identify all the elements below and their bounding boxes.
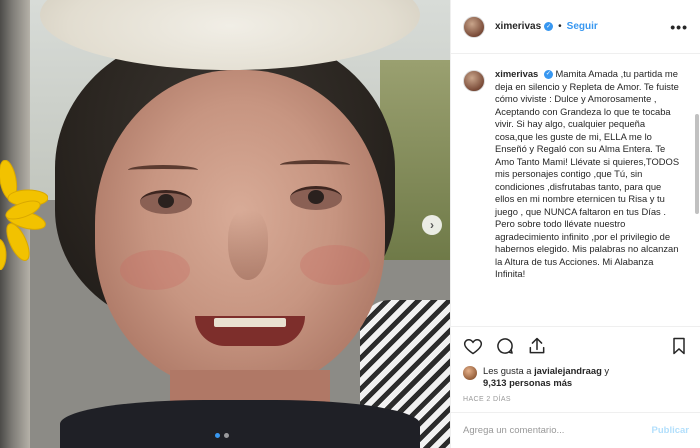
carousel-dots [215, 433, 229, 438]
caption-username[interactable]: ximerivas [495, 68, 538, 79]
post-sidebar: ximerivas ✓ • Seguir ••• ximerivas ✓ Mam… [450, 0, 700, 448]
post-photo[interactable]: › [0, 0, 450, 448]
likes-middle: y [601, 365, 610, 376]
comment-form: Publicar [451, 412, 700, 448]
publish-button[interactable]: Publicar [652, 425, 690, 436]
cheek-left [120, 250, 190, 290]
likes-prefix: Les gusta a [483, 365, 535, 376]
caption-body: Mamita Amada ,tu partida me deja en sile… [495, 68, 680, 279]
sunflower-icon [0, 160, 48, 270]
liker-username-link[interactable]: javialejandraag [534, 365, 602, 376]
pupil-right [308, 190, 324, 204]
post-timestamp[interactable]: HACE 2 DÍAS [463, 396, 689, 403]
likes-count-link[interactable]: 9,313 personas más [483, 377, 572, 388]
follow-button[interactable]: Seguir [567, 21, 598, 32]
avatar[interactable] [463, 15, 485, 38]
caption-text: ximerivas ✓ Mamita Amada ,tu partida me … [495, 68, 683, 281]
comments-section[interactable]: ximerivas ✓ Mamita Amada ,tu partida me … [451, 54, 700, 326]
post-actions: Les gusta a javialejandraag y 9,313 pers… [451, 326, 700, 406]
comment-icon[interactable] [495, 336, 515, 356]
carousel-dot [224, 433, 229, 438]
liker-avatar[interactable] [463, 366, 477, 380]
verified-badge-icon: ✓ [544, 22, 554, 31]
separator-dot: • [558, 21, 562, 32]
nose [228, 210, 268, 280]
username-link[interactable]: ximerivas [495, 21, 541, 32]
chevron-right-icon: › [430, 218, 434, 232]
likes-summary: Les gusta a javialejandraag y 9,313 pers… [463, 365, 689, 389]
comment-input[interactable] [463, 425, 652, 436]
next-slide-button[interactable]: › [422, 215, 442, 235]
caption-avatar[interactable] [463, 70, 485, 92]
heart-icon[interactable] [463, 336, 483, 356]
pupil-left [158, 194, 174, 208]
verified-badge-icon: ✓ [543, 70, 553, 80]
eyebrow-left [128, 165, 198, 175]
scrollbar[interactable] [695, 114, 699, 214]
action-icons [463, 335, 689, 357]
carousel-dot-active [215, 433, 220, 438]
share-icon[interactable] [527, 336, 547, 356]
teeth [214, 318, 286, 327]
post-header: ximerivas ✓ • Seguir ••• [451, 0, 700, 54]
shirt [60, 400, 420, 448]
caption: ximerivas ✓ Mamita Amada ,tu partida me … [463, 68, 691, 281]
bookmark-icon[interactable] [669, 336, 689, 356]
cheek-right [300, 245, 370, 285]
more-options-icon[interactable]: ••• [670, 19, 688, 35]
likes-text: Les gusta a javialejandraag y 9,313 pers… [483, 365, 609, 389]
eyebrow-right [280, 160, 350, 170]
